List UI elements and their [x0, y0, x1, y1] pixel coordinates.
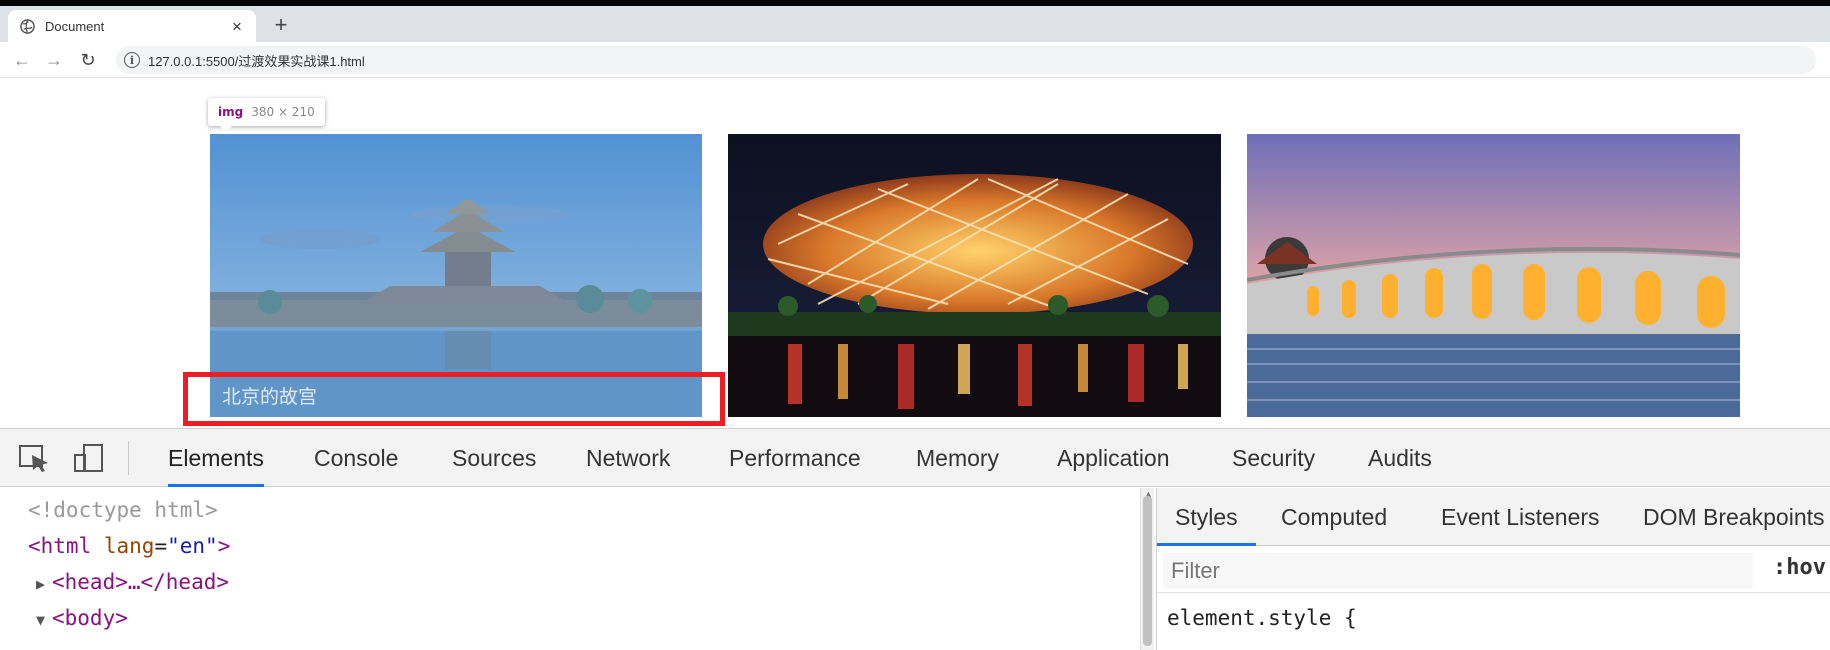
head-tag: <head>…</head> [52, 570, 230, 594]
globe-icon [20, 18, 35, 34]
devtools-panel: Elements Console Sources Network Perform… [0, 428, 1830, 650]
omnibox[interactable]: i 127.0.0.1:5500/过渡效果实战课1.html [116, 46, 1816, 74]
reload-icon[interactable]: ↻ [76, 48, 100, 72]
tooltip-tag: img [218, 105, 244, 119]
elements-scrollbar[interactable]: ▲ [1140, 488, 1154, 650]
dom-line-html[interactable]: <html lang="en"> [28, 534, 230, 558]
html-lang-value: "en" [167, 534, 218, 558]
hover-state-toggle[interactable]: :hov [1773, 555, 1826, 580]
html-attr-equals: = [154, 534, 168, 558]
collapsed-triangle-icon[interactable]: ▶ [36, 575, 52, 593]
tab-application[interactable]: Application [1057, 429, 1170, 487]
styles-filter-input[interactable] [1163, 553, 1753, 589]
annotation-red-box [183, 372, 725, 426]
devtools-toolbar: Elements Console Sources Network Perform… [0, 429, 1830, 487]
tab-elements[interactable]: Elements [168, 429, 264, 487]
tab-computed[interactable]: Computed [1281, 488, 1387, 546]
close-tab-icon[interactable]: × [228, 18, 246, 35]
elements-dom-tree: <!doctype html> <html lang="en"> ▶ <head>… [0, 488, 1140, 650]
address-bar: ← → ↻ i 127.0.0.1:5500/过渡效果实战课1.html [0, 42, 1830, 78]
body-tag: <body> [52, 606, 128, 630]
forward-arrow-icon[interactable]: → [42, 48, 66, 72]
image-seventeen-arch-bridge[interactable] [1247, 134, 1740, 417]
inspect-element-icon[interactable] [18, 443, 52, 473]
html-lang-attr: lang [103, 534, 155, 558]
tab-security[interactable]: Security [1232, 429, 1315, 487]
dom-line-doctype[interactable]: <!doctype html> [28, 498, 218, 522]
tab-console[interactable]: Console [314, 429, 398, 487]
info-icon[interactable]: i [124, 52, 140, 68]
tab-event-listeners[interactable]: Event Listeners [1441, 488, 1600, 546]
tab-audits[interactable]: Audits [1368, 429, 1432, 487]
dom-line-body[interactable]: ▼ <body> [36, 606, 128, 630]
tab-performance[interactable]: Performance [729, 429, 861, 487]
url-text[interactable]: 127.0.0.1:5500/过渡效果实战课1.html [148, 51, 365, 70]
html-close-bracket: > [217, 534, 231, 558]
tab-memory[interactable]: Memory [916, 429, 999, 487]
styles-tabbar: Styles Computed Event Listeners DOM Brea… [1157, 488, 1830, 546]
tab-title: Document [45, 18, 105, 34]
styles-sidebar: Styles Computed Event Listeners DOM Brea… [1156, 488, 1830, 650]
tab-dom-breakpoints[interactable]: DOM Breakpoints [1643, 488, 1825, 546]
tab-sources[interactable]: Sources [452, 429, 536, 487]
tab-styles[interactable]: Styles [1157, 488, 1256, 546]
element-style-rule[interactable]: element.style { [1167, 606, 1357, 630]
tab-strip: Document × + [0, 6, 1830, 42]
tab-network[interactable]: Network [586, 429, 670, 487]
image-birds-nest-stadium[interactable] [728, 134, 1221, 417]
back-arrow-icon[interactable]: ← [10, 48, 34, 72]
styles-filter-row: :hov [1157, 547, 1830, 593]
browser-tab[interactable]: Document × [8, 10, 256, 42]
expanded-triangle-icon[interactable]: ▼ [36, 611, 52, 629]
dom-line-head[interactable]: ▶ <head>…</head> [36, 570, 229, 594]
device-toolbar-icon[interactable] [72, 443, 106, 473]
toolbar-separator [128, 441, 129, 475]
html-open-tag: <html [28, 534, 92, 558]
tooltip-size: 380 × 210 [251, 105, 315, 119]
inspect-tooltip: img 380 × 210 [208, 98, 325, 132]
new-tab-button[interactable]: + [270, 14, 292, 36]
scroll-thumb[interactable] [1143, 496, 1152, 646]
